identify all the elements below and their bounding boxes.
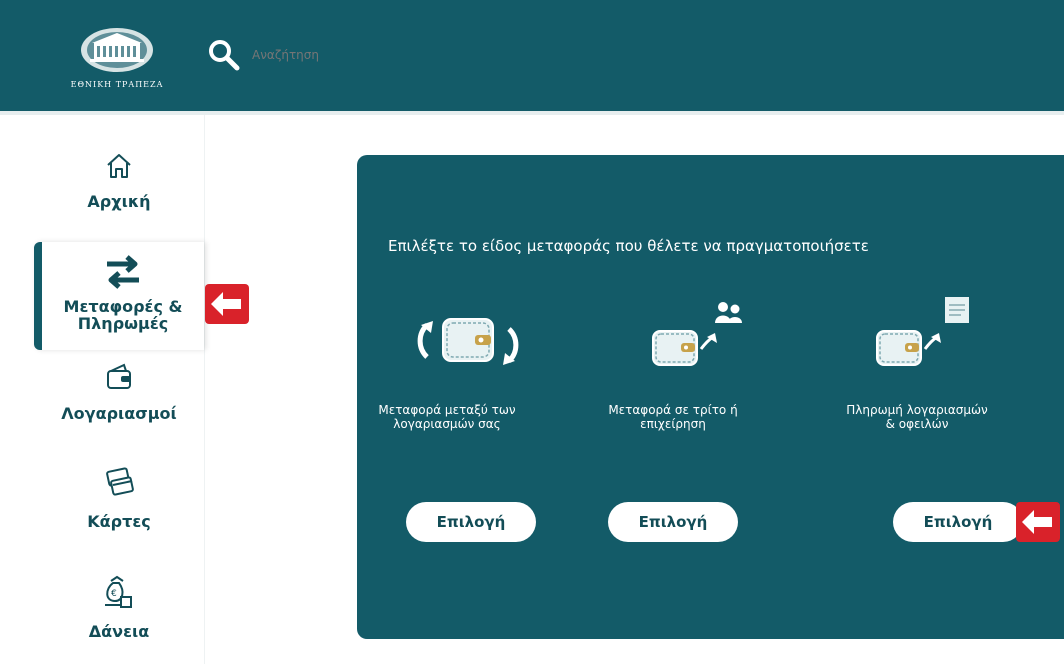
- sidebar-item-label: Λογαριασμοί: [61, 404, 177, 423]
- option-caption: Μεταφορά σε τρίτο ή επιχείρηση: [583, 403, 763, 431]
- left-arrow-icon: [211, 292, 241, 316]
- sidebar-item-label: Δάνεια: [88, 622, 150, 641]
- option-caption: Πληρωμή λογαριασμών & οφειλών: [827, 403, 1007, 431]
- sidebar-item-accounts[interactable]: Λογαριασμοί: [34, 363, 204, 443]
- option-bill-payment: Πληρωμή λογαριασμών & οφειλών: [827, 297, 1007, 431]
- select-button-bill-payment[interactable]: Επιλογή: [893, 502, 1023, 542]
- sidebar: Αρχική Μεταφορές & Πληρωμές Λογαριασμοί: [0, 115, 205, 664]
- sidebar-item-transfers-payments[interactable]: Μεταφορές & Πληρωμές: [34, 242, 204, 350]
- sidebar-item-label: Μεταφορές &: [63, 297, 183, 316]
- sidebar-item-label: Κάρτες: [87, 512, 151, 531]
- search-icon[interactable]: [206, 38, 244, 72]
- svg-text:€: €: [111, 589, 117, 599]
- option-caption-line2: & οφειλών: [885, 417, 949, 431]
- select-button-own-accounts[interactable]: Επιλογή: [406, 502, 536, 542]
- option-caption: Μεταφορά μεταξύ των λογαριασμών σας: [357, 403, 537, 431]
- transfer-arrows-icon: [107, 255, 139, 289]
- sidebar-item-label-line2: Πληρωμές: [77, 314, 169, 333]
- wallet-refresh-icon: [417, 318, 519, 365]
- option-caption-line1: Μεταφορά μεταξύ των: [378, 403, 516, 417]
- bank-logo[interactable]: ΕΘΝΙΚΗ ΤΡΑΠΕΖΑ: [52, 27, 182, 93]
- search-input[interactable]: [252, 48, 382, 62]
- option-art: [583, 302, 763, 373]
- transfer-type-panel: Επιλέξτε το είδος μεταφοράς που θέλετε ν…: [357, 155, 1064, 639]
- search-box[interactable]: [206, 38, 406, 71]
- wallet-to-people-icon: [652, 302, 742, 366]
- loan-money-bag-icon: €: [105, 575, 132, 608]
- panel-title: Επιλέξτε το είδος μεταφοράς που θέλετε ν…: [388, 237, 869, 255]
- sidebar-item-home[interactable]: Αρχική: [34, 145, 204, 235]
- sidebar-item-label: Αρχική: [87, 192, 151, 211]
- bank-building-icon: [81, 28, 153, 72]
- highlight-arrow-sidebar: [205, 284, 249, 324]
- cards-icon: [106, 467, 134, 496]
- option-art: [357, 303, 537, 373]
- sidebar-item-cards[interactable]: Κάρτες: [34, 467, 204, 547]
- app-root: ΕΘΝΙΚΗ ΤΡΑΠΕΖΑ Αρχική Μεταφορές & Πληρωμ…: [0, 0, 1064, 664]
- wallet-icon: [107, 363, 131, 389]
- option-art: [827, 297, 1007, 373]
- logo-text: ΕΘΝΙΚΗ ΤΡΑΠΕΖΑ: [70, 80, 164, 89]
- highlight-arrow-bill-payment: [1016, 502, 1060, 542]
- top-bar: ΕΘΝΙΚΗ ΤΡΑΠΕΖΑ: [0, 0, 1064, 111]
- option-caption-line2: επιχείρηση: [640, 417, 706, 431]
- wallet-to-bill-icon: [876, 297, 969, 366]
- select-button-third-party[interactable]: Επιλογή: [608, 502, 738, 542]
- option-third-party: Μεταφορά σε τρίτο ή επιχείρηση: [583, 302, 763, 431]
- home-icon: [107, 154, 131, 178]
- sidebar-item-loans[interactable]: € Δάνεια: [34, 575, 204, 660]
- left-arrow-icon: [1022, 510, 1052, 534]
- option-caption-line1: Πληρωμή λογαριασμών: [846, 403, 988, 417]
- option-caption-line1: Μεταφορά σε τρίτο ή: [608, 403, 738, 417]
- option-own-accounts: Μεταφορά μεταξύ των λογαριασμών σας: [357, 303, 537, 431]
- option-caption-line2: λογαριασμών σας: [393, 417, 501, 431]
